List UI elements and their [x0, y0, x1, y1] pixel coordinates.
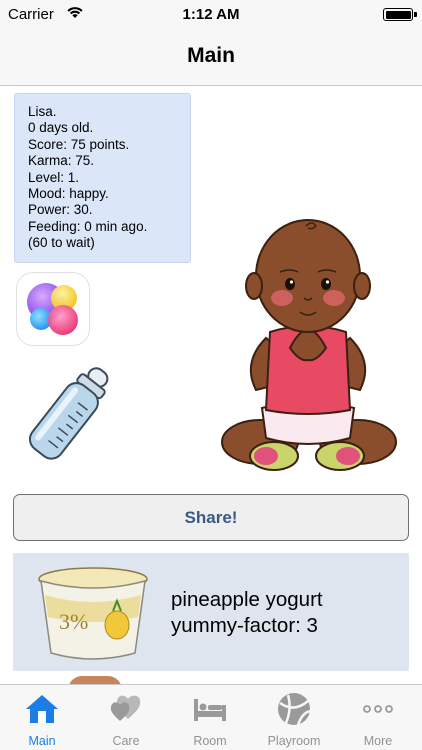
food-card[interactable]: 3% pineapple yogurt yummy-factor: 3 — [13, 553, 409, 671]
battery-tip — [414, 12, 417, 17]
baby-age: 0 days old. — [28, 120, 94, 136]
baby-name: Lisa. — [28, 104, 57, 119]
baby-character[interactable] — [216, 212, 400, 480]
baby-mood: Mood: happy. — [28, 186, 109, 202]
battery-icon — [383, 8, 413, 21]
page-title: Main — [187, 44, 235, 67]
tab-playroom[interactable]: Playroom — [252, 685, 336, 750]
milk-bottle-icon[interactable] — [22, 358, 122, 476]
baby-feeding: Feeding: 0 min ago. — [28, 218, 148, 234]
food-name: pineapple yogurt — [171, 588, 323, 611]
navigation-bar: Main — [0, 28, 422, 86]
baby-score: Score: 75 points. — [28, 136, 130, 152]
tab-main[interactable]: Main — [0, 685, 84, 750]
tab-room[interactable]: Room — [168, 685, 252, 750]
baby-karma: Karma: 75. — [28, 153, 95, 169]
bed-icon — [194, 699, 226, 721]
status-time: 1:12 AM — [182, 6, 240, 23]
tab-label-more: More — [363, 734, 393, 748]
baby-power: Power: 30. — [28, 202, 93, 218]
yogurt-cup-icon: 3% — [38, 567, 148, 660]
food-yummy-factor: yummy-factor: 3 — [171, 614, 318, 637]
tab-bar: Main Care Room Playroom More — [0, 684, 422, 750]
tab-label-playroom: Playroom — [267, 734, 321, 748]
tab-label-care: Care — [112, 734, 140, 748]
yogurt-percent: 3% — [59, 609, 88, 634]
status-bar: Carrier 1:12 AM — [0, 0, 422, 28]
tab-more[interactable]: More — [336, 685, 420, 750]
baby-stats-card: Lisa. 0 days old. Score: 75 points. Karm… — [14, 93, 191, 263]
more-dots-icon — [363, 705, 393, 713]
share-button[interactable]: Share! — [13, 494, 409, 541]
tab-label-room: Room — [193, 734, 227, 748]
feeding-wait: (60 to wait) — [28, 235, 95, 251]
tab-care[interactable]: Care — [84, 685, 168, 750]
hearts-icon — [110, 695, 141, 721]
ball-icon — [278, 693, 311, 726]
baby-level: Level: 1. — [28, 169, 80, 185]
house-icon — [26, 695, 58, 723]
tab-label-main: Main — [28, 734, 56, 748]
game-center-icon[interactable] — [17, 273, 89, 345]
